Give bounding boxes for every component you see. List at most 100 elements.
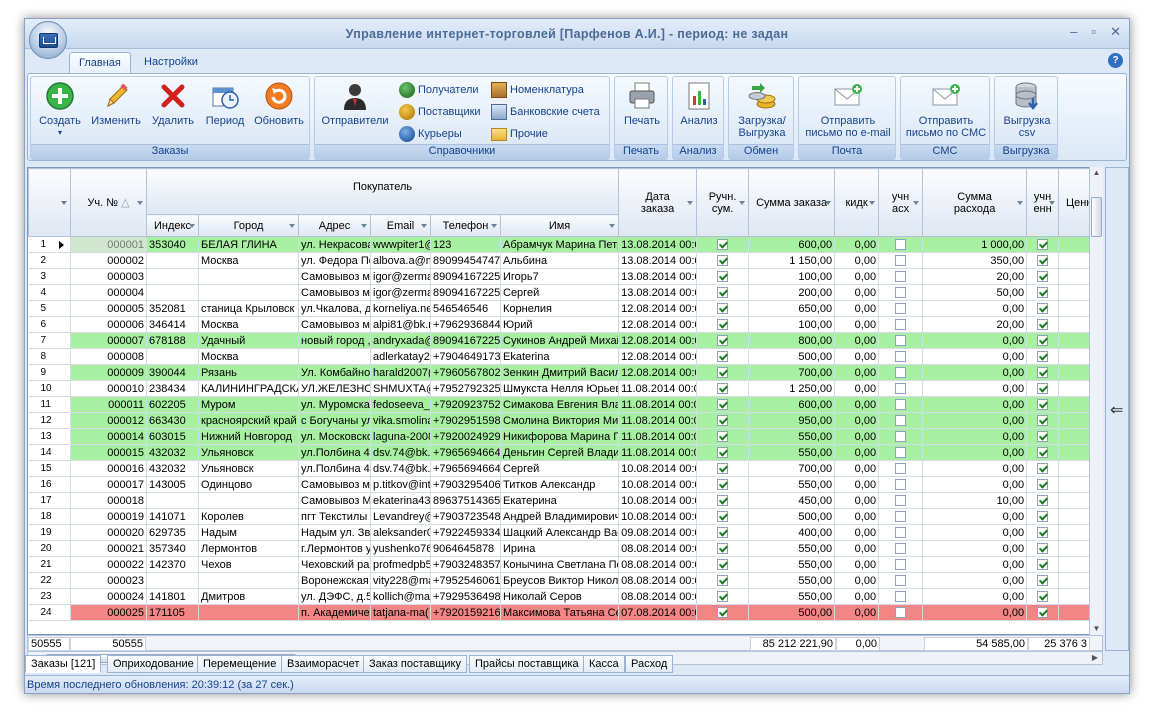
cell-name[interactable]: Бреусов Виктор Никол: [500, 572, 620, 589]
col-order-sum[interactable]: Сумма заказа: [748, 168, 836, 237]
cell-manual[interactable]: [696, 364, 750, 381]
cell-date[interactable]: 07.08.2014 00:0: [618, 604, 698, 621]
cell-account-expense[interactable]: [878, 252, 924, 269]
cell-index[interactable]: 357340: [146, 540, 199, 557]
cell-account-value[interactable]: [1026, 300, 1060, 317]
cell-manual[interactable]: [696, 252, 750, 269]
cell-index[interactable]: 678188: [146, 332, 199, 349]
cell-account-value[interactable]: [1026, 412, 1060, 429]
checkbox[interactable]: [1037, 335, 1049, 347]
checkbox[interactable]: [895, 239, 907, 251]
cell-sum[interactable]: 650,00: [748, 300, 836, 317]
row-number[interactable]: 22: [28, 572, 71, 589]
vertical-scroll-thumb[interactable]: [1091, 197, 1102, 237]
cell-address[interactable]: [298, 348, 371, 365]
cell-date[interactable]: 11.08.2014 00:0: [618, 380, 698, 397]
checkbox[interactable]: [895, 431, 907, 443]
scroll-down-icon[interactable]: ▼: [1090, 623, 1103, 635]
cell-expense[interactable]: 10,00: [922, 492, 1028, 509]
cell-email[interactable]: harald2007(: [370, 364, 431, 381]
checkbox[interactable]: [1037, 495, 1049, 507]
row-number[interactable]: 8: [28, 348, 71, 365]
table-row[interactable]: 18 000019 141071 Королев пгт Текстилы Levandr…: [28, 508, 1102, 525]
cell-address[interactable]: ул. Федора По: [298, 252, 371, 269]
cell-sum[interactable]: 550,00: [748, 556, 836, 573]
checkbox[interactable]: [717, 415, 729, 427]
scroll-up-icon[interactable]: ▲: [1090, 167, 1103, 179]
cell-date[interactable]: 13.08.2014 00:0: [618, 252, 698, 269]
cell-index[interactable]: 663430: [146, 412, 199, 429]
app-menu-button[interactable]: [29, 21, 67, 59]
cell-sum[interactable]: 800,00: [748, 332, 836, 349]
tab-transfer[interactable]: Перемещение: [197, 655, 283, 673]
cell-account-expense[interactable]: [878, 364, 924, 381]
cell-index[interactable]: 352081: [146, 300, 199, 317]
cell-email[interactable]: adlerkatay2: [370, 348, 431, 365]
checkbox[interactable]: [717, 383, 729, 395]
cell-id[interactable]: 000002: [70, 252, 147, 269]
cell-address[interactable]: Самовывоз м.: [298, 284, 371, 301]
cell-city[interactable]: Москва: [198, 252, 299, 269]
cell-name[interactable]: Шмукста Нелля Юрьев: [500, 380, 620, 397]
col-email[interactable]: Email: [370, 214, 431, 237]
cell-discount[interactable]: 0,00: [834, 524, 880, 541]
cell-discount[interactable]: 0,00: [834, 540, 880, 557]
cell-account-expense[interactable]: [878, 540, 924, 557]
arrow-left-icon[interactable]: ⇐: [1110, 400, 1123, 420]
table-row[interactable]: 12 000012 663430 красноярский край с Богучан…: [28, 412, 1102, 429]
cell-account-expense[interactable]: [878, 396, 924, 413]
cell-discount[interactable]: 0,00: [834, 428, 880, 445]
cell-account-value[interactable]: [1026, 332, 1060, 349]
cell-id[interactable]: 000005: [70, 300, 147, 317]
tab-expense[interactable]: Расход: [625, 655, 674, 673]
cell-manual[interactable]: [696, 300, 750, 317]
cell-id[interactable]: 000015: [70, 444, 147, 461]
cell-phone[interactable]: +7902951598: [430, 412, 501, 429]
col-name[interactable]: Имя: [499, 214, 620, 237]
table-row[interactable]: 3 000003 Самовывоз м. igor@zerma 89094167225…: [28, 268, 1102, 285]
table-row[interactable]: 8 000008 Москва adlerkatay2 +7904649173 Ekate…: [28, 348, 1102, 365]
col-phone[interactable]: Телефон: [430, 214, 501, 237]
cell-expense[interactable]: 350,00: [922, 252, 1028, 269]
maximize-icon[interactable]: ▫: [1091, 24, 1096, 40]
cell-index[interactable]: 390044: [146, 364, 199, 381]
cell-account-value[interactable]: [1026, 604, 1060, 621]
cell-phone[interactable]: +7904649173: [430, 348, 501, 365]
cell-expense[interactable]: 0,00: [922, 460, 1028, 477]
row-number[interactable]: 18: [28, 508, 71, 525]
cell-email[interactable]: laguna-2008: [370, 428, 431, 445]
checkbox[interactable]: [895, 399, 907, 411]
cell-account-value[interactable]: [1026, 588, 1060, 605]
cell-name[interactable]: Сергей: [500, 460, 620, 477]
checkbox[interactable]: [895, 575, 907, 587]
cell-city[interactable]: Чехов: [198, 556, 299, 573]
cell-email[interactable]: p.titkov@int: [370, 476, 431, 493]
checkbox[interactable]: [1037, 415, 1049, 427]
cell-id[interactable]: 000019: [70, 508, 147, 525]
checkbox[interactable]: [1037, 479, 1049, 491]
row-number[interactable]: 3: [28, 268, 71, 285]
checkbox[interactable]: [1037, 399, 1049, 411]
cell-sum[interactable]: 550,00: [748, 444, 836, 461]
cell-name[interactable]: Андрей Владимирович: [500, 508, 620, 525]
cell-name[interactable]: Деньгин Сергей Влади: [500, 444, 620, 461]
checkbox[interactable]: [1037, 287, 1049, 299]
checkbox[interactable]: [1037, 447, 1049, 459]
row-number[interactable]: 17: [28, 492, 71, 509]
cell-account-expense[interactable]: [878, 348, 924, 365]
cell-name[interactable]: Корнелия: [500, 300, 620, 317]
checkbox[interactable]: [1037, 239, 1049, 251]
cell-name[interactable]: Максимова Татьяна Се: [500, 604, 620, 621]
cell-date[interactable]: 11.08.2014 00:0: [618, 412, 698, 429]
col-account-expense[interactable]: учн асх: [878, 168, 924, 237]
cell-account-value[interactable]: [1026, 508, 1060, 525]
cell-expense[interactable]: 0,00: [922, 588, 1028, 605]
cell-manual[interactable]: [696, 316, 750, 333]
cell-city[interactable]: БЕЛАЯ ГЛИНА: [198, 236, 299, 253]
checkbox[interactable]: [717, 303, 729, 315]
checkbox[interactable]: [895, 559, 907, 571]
cell-city[interactable]: Москва: [198, 348, 299, 365]
cell-expense[interactable]: 1 000,00: [922, 236, 1028, 253]
cell-account-value[interactable]: [1026, 268, 1060, 285]
cell-phone[interactable]: +7920923752: [430, 396, 501, 413]
